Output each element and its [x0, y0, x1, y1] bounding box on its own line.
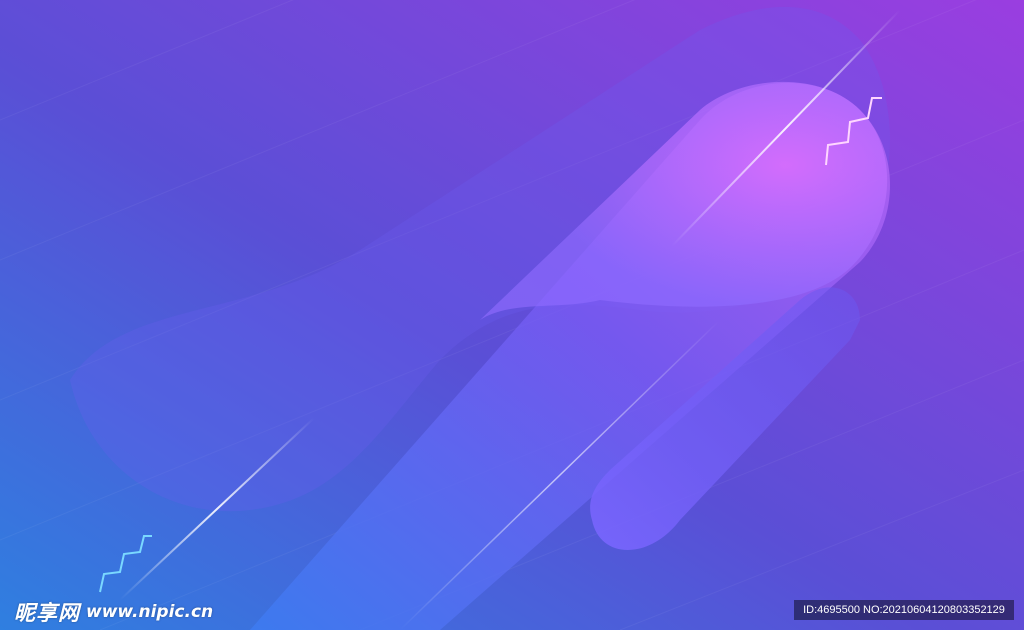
watermark-logo-text: 昵享网	[14, 601, 80, 625]
watermark-url: www.nipic.cn	[86, 602, 214, 622]
image-id-stamp: ID:4695500 NO:20210604120803352129	[794, 600, 1014, 620]
watermark-logo: 昵享网 www.nipic.cn	[14, 598, 213, 626]
abstract-gradient-background: 昵享网 www.nipic.cn ID:4695500 NO:202106041…	[0, 0, 1024, 630]
background-artwork	[0, 0, 1024, 630]
